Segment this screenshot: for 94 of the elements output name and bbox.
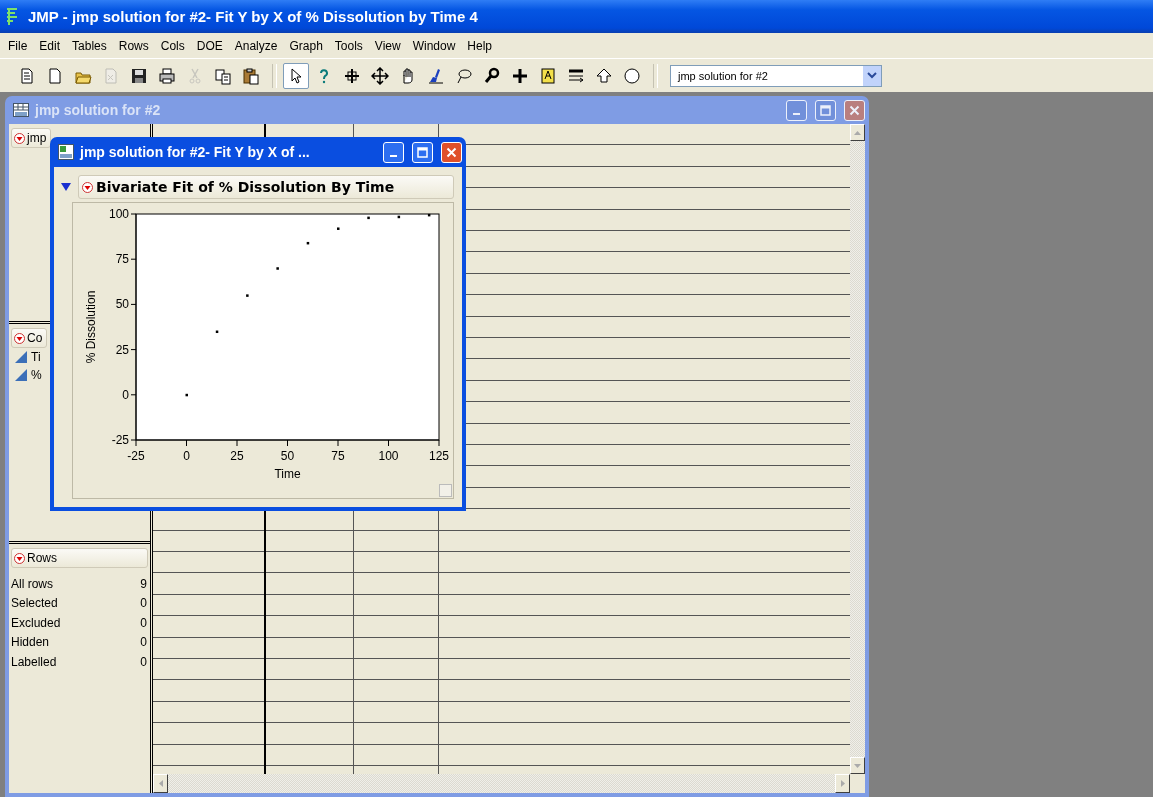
y-axis-label: % Dissolution (84, 290, 98, 364)
columns-panel-header[interactable]: Co (11, 328, 48, 348)
menu-item[interactable]: Graph (283, 35, 329, 56)
maximize-icon (417, 146, 428, 158)
x-tick-label: 0 (183, 449, 190, 463)
y-tick-label: 25 (115, 342, 129, 357)
menu-item[interactable]: Rows (112, 35, 155, 56)
document-icon (102, 66, 120, 85)
cross-icon (343, 66, 361, 85)
data-point (367, 216, 370, 220)
data-point (215, 330, 219, 333)
menu-item[interactable]: Tools (328, 35, 369, 56)
menu-item[interactable]: Window (406, 35, 462, 56)
printer-icon (158, 66, 176, 85)
clipboard-icon (242, 66, 260, 85)
table-panel-header[interactable]: jmp (11, 128, 52, 148)
row-stat-value: 0 (140, 635, 147, 650)
resize-grip[interactable] (439, 484, 452, 497)
x-tick-label: 125 (429, 449, 449, 463)
scroll-down-icon (854, 763, 861, 768)
menu-item[interactable]: Cols (154, 35, 191, 56)
row-stat-label: All rows (11, 576, 53, 591)
pointer-tool[interactable] (283, 62, 309, 89)
data-point (427, 213, 431, 217)
row-stat-value: 0 (140, 596, 147, 611)
collapse-triangle-icon[interactable] (60, 182, 72, 192)
y-tick-label: -25 (111, 433, 129, 447)
menu-item[interactable]: File (2, 35, 34, 56)
data-point (276, 267, 279, 270)
continuous-column-icon (14, 368, 28, 382)
data-point (306, 241, 310, 245)
brush-icon (427, 66, 445, 85)
y-tick-label: 75 (115, 252, 129, 267)
column-name[interactable]: % (31, 368, 42, 382)
row-stat-value: 9 (140, 576, 147, 591)
scroll-right-icon (840, 780, 845, 787)
circle-icon (623, 66, 641, 85)
menu-item[interactable]: Help (461, 35, 498, 56)
window-title: jmp solution for #2 (35, 102, 162, 118)
rows-panel-header[interactable]: Rows (11, 548, 148, 568)
blank-page-icon (46, 66, 64, 85)
chevron-down-icon (867, 72, 877, 79)
data-point (397, 215, 401, 219)
data-point (246, 294, 249, 297)
menu-item[interactable]: Analyze (228, 35, 284, 56)
close-icon (446, 146, 457, 158)
scroll-up-icon (854, 130, 861, 135)
row-stat-label: Labelled (11, 654, 57, 669)
menu-item[interactable]: Edit (33, 35, 67, 56)
arrow-icon (595, 66, 613, 85)
minimize-button[interactable] (383, 141, 404, 163)
menu-item[interactable]: View (368, 35, 407, 56)
document-icon (18, 66, 36, 85)
close-icon (849, 104, 860, 116)
row-stat-label: Excluded (11, 615, 61, 630)
plus-icon (511, 66, 529, 85)
scissors-icon (186, 66, 204, 85)
minimize-icon (390, 155, 397, 157)
y-tick-label: 0 (122, 387, 129, 402)
window-title: JMP - jmp solution for #2- Fit Y by X of % Dissolution by Time 4 (28, 8, 478, 25)
continuous-column-icon (14, 350, 28, 364)
minimize-icon (793, 113, 800, 115)
row-stat-label: Hidden (11, 635, 50, 650)
x-tick-label: 25 (230, 449, 244, 463)
table-icon (13, 103, 29, 117)
x-tick-label: 75 (331, 449, 345, 463)
magnifier-icon (483, 66, 501, 85)
maximize-button[interactable] (412, 141, 433, 163)
data-point (337, 227, 340, 230)
menu-item[interactable]: DOE (190, 35, 229, 56)
app-icon (4, 6, 20, 27)
copy-icon (214, 66, 232, 85)
maximize-icon (820, 104, 831, 116)
menu-item[interactable]: Tables (66, 35, 113, 56)
row-stat-label: Selected (11, 596, 58, 611)
y-tick-label: 100 (108, 207, 129, 221)
column-name[interactable]: Ti (31, 350, 41, 364)
scroll-left-icon (158, 780, 163, 787)
window-title: jmp solution for #2- Fit Y by X of ... (80, 144, 311, 160)
report-icon (58, 144, 74, 160)
outline-header[interactable]: Bivariate Fit of % Dissolution By Time (78, 175, 454, 199)
data-point (185, 393, 188, 397)
note-icon (539, 66, 557, 85)
x-axis-label: Time (274, 467, 301, 481)
move-arrows-icon (371, 66, 389, 85)
x-tick-label: 100 (378, 449, 399, 463)
row-stat-value: 0 (140, 654, 147, 669)
close-button[interactable] (441, 141, 462, 163)
document-dropdown[interactable]: jmp solution for #2 (670, 64, 882, 87)
row-stat-value: 0 (140, 615, 147, 630)
x-tick-label: -25 (127, 449, 145, 463)
y-tick-label: 50 (115, 297, 129, 312)
x-tick-label: 50 (280, 449, 295, 463)
lasso-icon (455, 66, 473, 85)
